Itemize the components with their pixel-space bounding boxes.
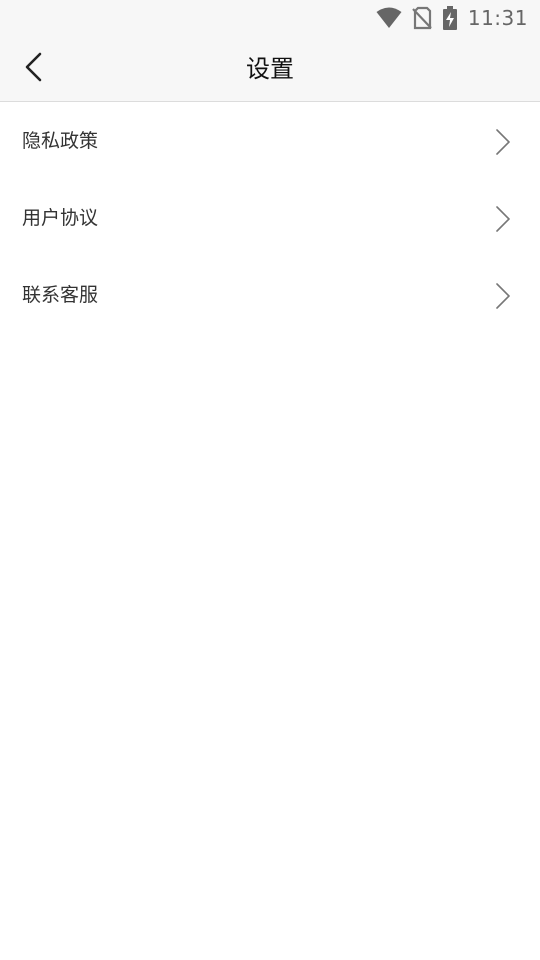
battery-charging-icon [442,6,458,30]
chevron-right-icon [494,205,512,233]
status-icons: 11:31 [376,0,528,36]
menu-item-user-agreement[interactable]: 用户协议 [0,180,540,257]
wifi-icon [376,7,402,29]
header-bar: 设置 [0,36,540,102]
no-sim-icon [412,6,432,30]
status-time: 11:31 [467,6,528,30]
page-title: 设置 [246,55,294,83]
settings-menu-list: 隐私政策 用户协议 联系客服 [0,103,540,334]
status-bar: 11:31 [0,0,540,36]
settings-screen: 11:31 设置 隐私政策 用户协议 联系客服 [0,0,540,960]
menu-item-label: 用户协议 [22,207,99,229]
menu-item-label: 隐私政策 [22,130,99,152]
menu-item-label: 联系客服 [22,284,99,306]
menu-item-privacy-policy[interactable]: 隐私政策 [0,103,540,180]
chevron-right-icon [494,282,512,310]
chevron-right-icon [494,128,512,156]
menu-item-contact-support[interactable]: 联系客服 [0,257,540,334]
